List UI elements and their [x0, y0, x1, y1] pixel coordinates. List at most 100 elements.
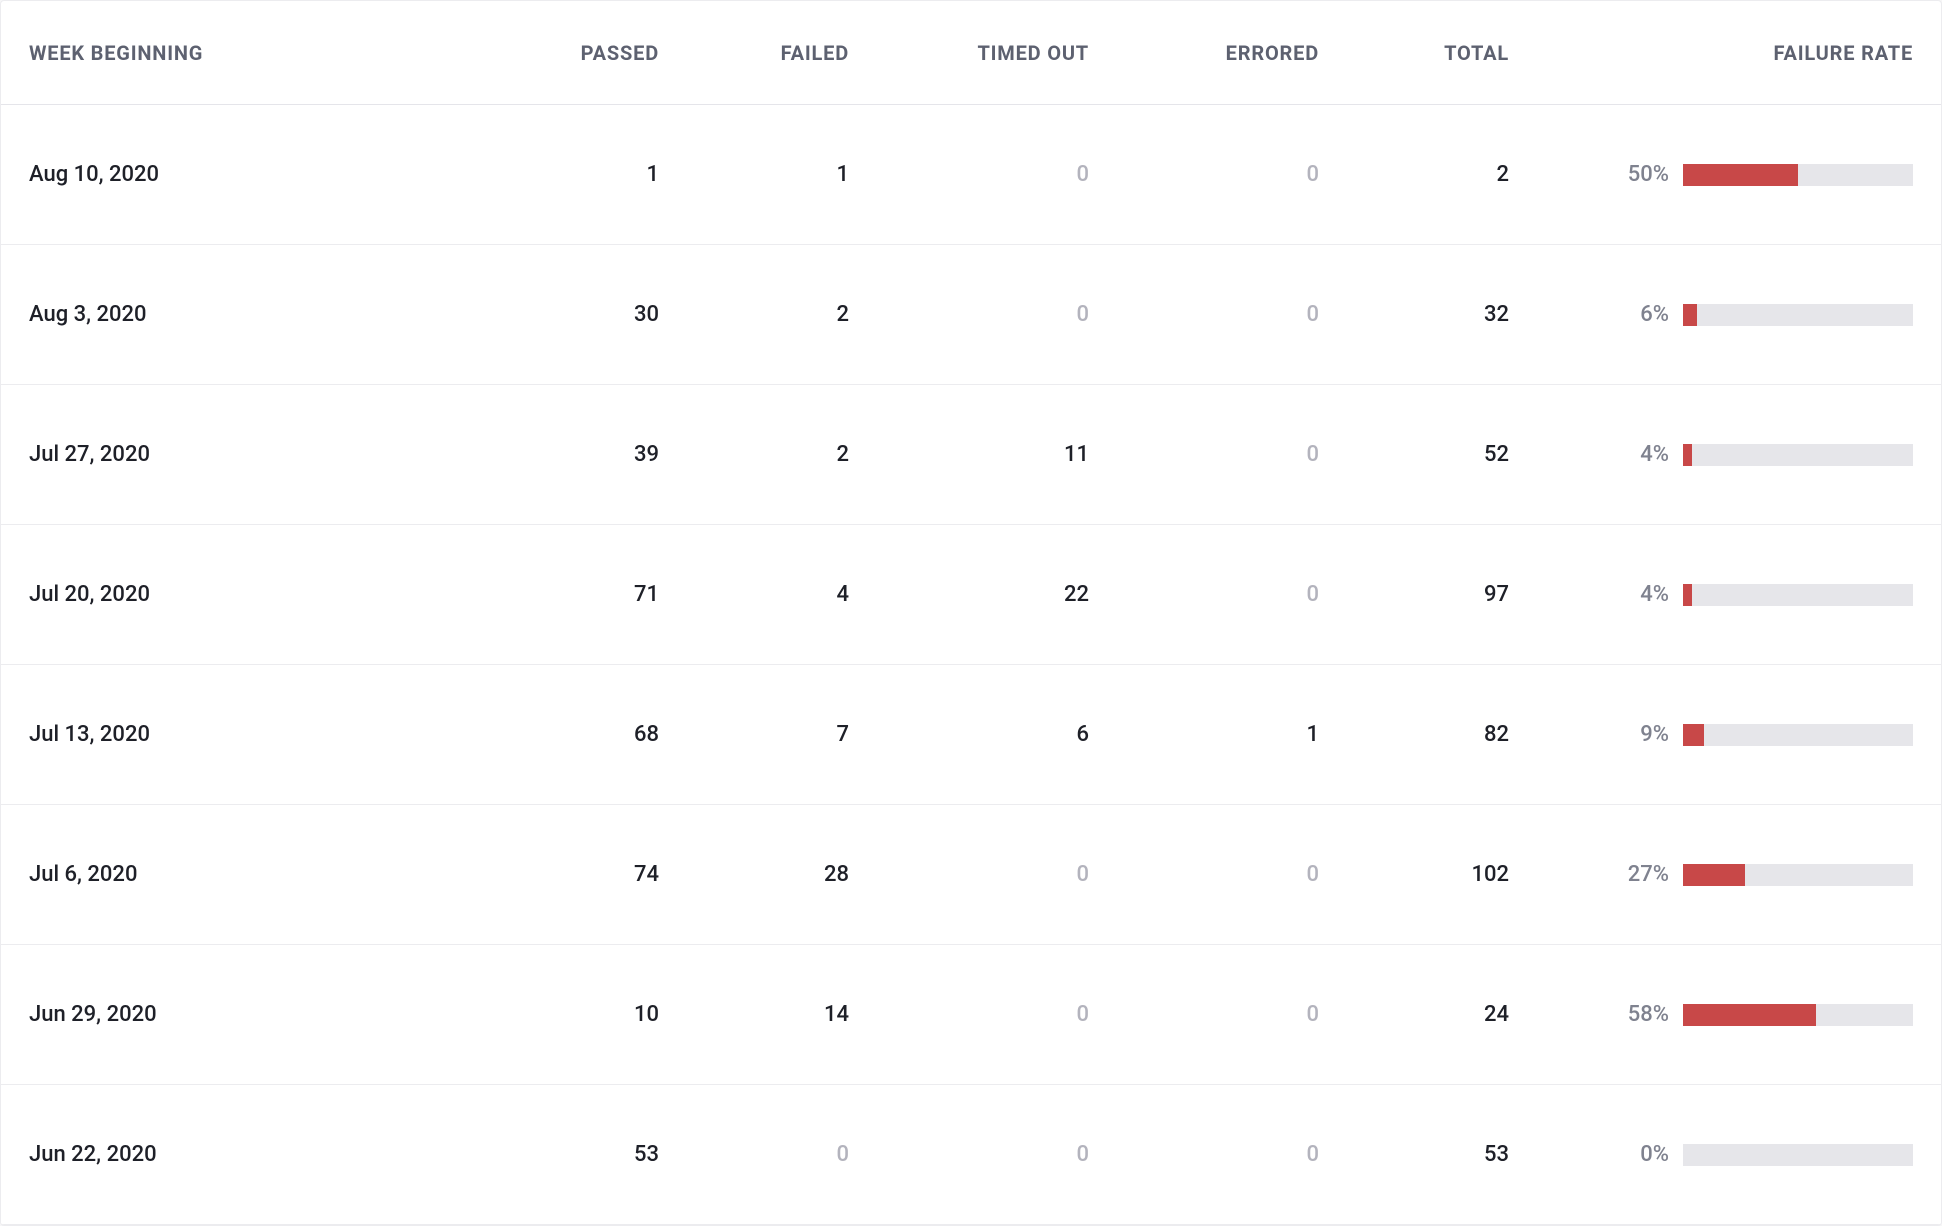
failure-rate-bar — [1683, 444, 1913, 466]
cell-week: Jul 27, 2020 — [29, 442, 449, 467]
failure-rate-bar — [1683, 1004, 1913, 1026]
cell-week: Jul 13, 2020 — [29, 722, 449, 747]
cell-failed: 28 — [659, 862, 849, 887]
table-row[interactable]: Jul 13, 20206876182 9% — [1, 665, 1941, 805]
failure-rate-fill — [1683, 164, 1798, 186]
cell-week: Jul 6, 2020 — [29, 862, 449, 887]
failure-rate-label: 0% — [1640, 1142, 1669, 1167]
cell-total: 53 — [1319, 1142, 1509, 1167]
cell-passed: 53 — [449, 1142, 659, 1167]
cell-week: Jun 22, 2020 — [29, 1142, 449, 1167]
failure-rate-bar — [1683, 164, 1913, 186]
failure-rate-label: 9% — [1640, 722, 1669, 747]
cell-failure-rate: 9% — [1509, 722, 1913, 747]
cell-failed: 2 — [659, 442, 849, 467]
failure-rate-wrap: 27% — [1509, 862, 1913, 887]
table-row[interactable]: Jul 6, 202074280010227% — [1, 805, 1941, 945]
failure-rate-label: 27% — [1628, 862, 1669, 887]
failure-rate-wrap: 0% — [1509, 1142, 1913, 1167]
cell-timed-out: 0 — [849, 302, 1089, 327]
failure-rate-fill — [1683, 724, 1704, 746]
cell-timed-out: 22 — [849, 582, 1089, 607]
table-row[interactable]: Jul 20, 202071422097 4% — [1, 525, 1941, 665]
failure-rate-fill — [1683, 444, 1692, 466]
col-header-passed[interactable]: Passed — [449, 41, 659, 65]
table-row[interactable]: Jun 22, 202053000530% — [1, 1085, 1941, 1225]
failure-rate-label: 4% — [1640, 582, 1669, 607]
failure-rate-wrap: 9% — [1509, 722, 1913, 747]
cell-passed: 71 — [449, 582, 659, 607]
table-row[interactable]: Aug 10, 20201100250% — [1, 105, 1941, 245]
failure-rate-wrap: 4% — [1509, 582, 1913, 607]
cell-week: Jun 29, 2020 — [29, 1002, 449, 1027]
cell-errored: 1 — [1089, 722, 1319, 747]
cell-week: Jul 20, 2020 — [29, 582, 449, 607]
cell-failed: 1 — [659, 162, 849, 187]
cell-timed-out: 0 — [849, 1142, 1089, 1167]
failure-rate-label: 4% — [1640, 442, 1669, 467]
cell-failure-rate: 27% — [1509, 862, 1913, 887]
cell-errored: 0 — [1089, 302, 1319, 327]
cell-failed: 2 — [659, 302, 849, 327]
col-header-failed[interactable]: Failed — [659, 41, 849, 65]
failure-rate-wrap: 4% — [1509, 442, 1913, 467]
table-row[interactable]: Aug 3, 202030200326% — [1, 245, 1941, 385]
header-row: Week Beginning Passed Failed Timed Out E… — [1, 1, 1941, 105]
table-head: Week Beginning Passed Failed Timed Out E… — [1, 1, 1941, 105]
failure-rate-fill — [1683, 584, 1692, 606]
cell-passed: 30 — [449, 302, 659, 327]
cell-failure-rate: 4% — [1509, 442, 1913, 467]
cell-passed: 68 — [449, 722, 659, 747]
col-header-errored[interactable]: Errored — [1089, 41, 1319, 65]
cell-timed-out: 0 — [849, 862, 1089, 887]
cell-total: 32 — [1319, 302, 1509, 327]
failure-rate-wrap: 6% — [1509, 302, 1913, 327]
cell-passed: 10 — [449, 1002, 659, 1027]
failure-rate-label: 58% — [1628, 1002, 1669, 1027]
cell-failed: 0 — [659, 1142, 849, 1167]
cell-total: 97 — [1319, 582, 1509, 607]
cell-total: 52 — [1319, 442, 1509, 467]
cell-errored: 0 — [1089, 1002, 1319, 1027]
cell-errored: 0 — [1089, 162, 1319, 187]
cell-errored: 0 — [1089, 442, 1319, 467]
failure-rate-fill — [1683, 1004, 1816, 1026]
cell-errored: 0 — [1089, 582, 1319, 607]
failure-rate-bar — [1683, 304, 1913, 326]
cell-total: 82 — [1319, 722, 1509, 747]
cell-failed: 4 — [659, 582, 849, 607]
cell-failure-rate: 0% — [1509, 1142, 1913, 1167]
cell-errored: 0 — [1089, 1142, 1319, 1167]
failure-rate-wrap: 58% — [1509, 1002, 1913, 1027]
cell-failed: 7 — [659, 722, 849, 747]
cell-failure-rate: 6% — [1509, 302, 1913, 327]
cell-week: Aug 3, 2020 — [29, 302, 449, 327]
table-body: Aug 10, 20201100250%Aug 3, 202030200326%… — [1, 105, 1941, 1225]
failure-rate-bar — [1683, 864, 1913, 886]
col-header-timed-out[interactable]: Timed Out — [849, 41, 1089, 65]
col-header-total[interactable]: Total — [1319, 41, 1509, 65]
cell-failure-rate: 58% — [1509, 1002, 1913, 1027]
cell-week: Aug 10, 2020 — [29, 162, 449, 187]
cell-timed-out: 11 — [849, 442, 1089, 467]
table-row[interactable]: Jul 27, 202039211052 4% — [1, 385, 1941, 525]
col-header-week[interactable]: Week Beginning — [29, 41, 449, 65]
cell-passed: 1 — [449, 162, 659, 187]
cell-total: 24 — [1319, 1002, 1509, 1027]
cell-passed: 74 — [449, 862, 659, 887]
cell-timed-out: 6 — [849, 722, 1089, 747]
failure-rate-fill — [1683, 304, 1697, 326]
cell-failed: 14 — [659, 1002, 849, 1027]
cell-failure-rate: 4% — [1509, 582, 1913, 607]
cell-failure-rate: 50% — [1509, 162, 1913, 187]
failure-rate-bar — [1683, 1144, 1913, 1166]
col-header-failure-rate[interactable]: Failure Rate — [1509, 41, 1913, 65]
cell-timed-out: 0 — [849, 162, 1089, 187]
stats-table-card: Week Beginning Passed Failed Timed Out E… — [0, 0, 1942, 1226]
table-row[interactable]: Jun 29, 20201014002458% — [1, 945, 1941, 1085]
cell-passed: 39 — [449, 442, 659, 467]
failure-rate-bar — [1683, 584, 1913, 606]
failure-rate-label: 50% — [1628, 162, 1669, 187]
failure-rate-bar — [1683, 724, 1913, 746]
cell-total: 102 — [1319, 862, 1509, 887]
